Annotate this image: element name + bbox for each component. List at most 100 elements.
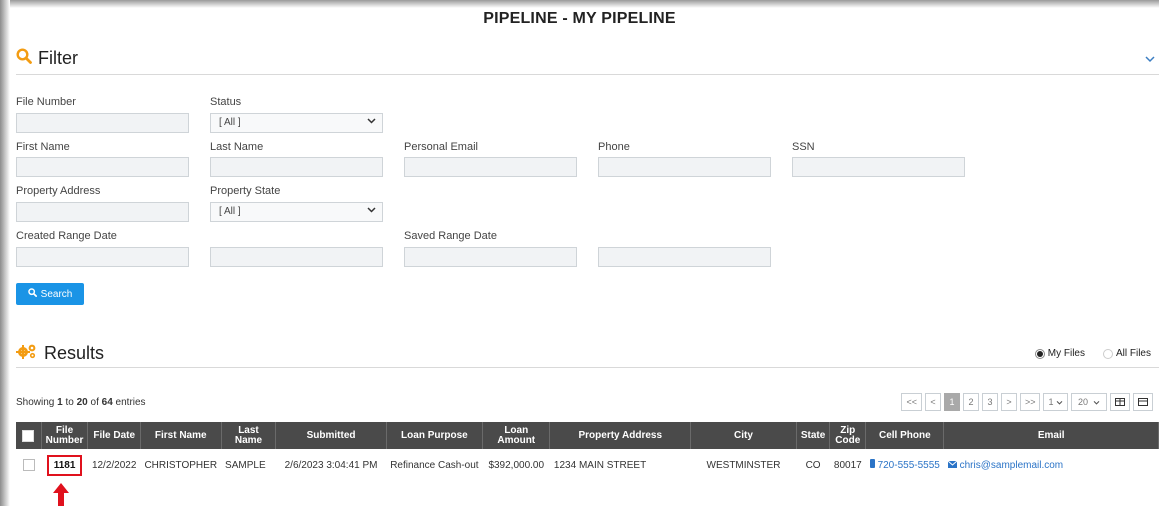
showing-to: 20 bbox=[76, 397, 88, 408]
page-select[interactable]: 1 bbox=[1043, 393, 1068, 411]
personal-email-input[interactable] bbox=[404, 157, 577, 177]
table-header-row: File Number File Date First Name Last Na… bbox=[16, 422, 1159, 449]
property-address-label: Property Address bbox=[16, 185, 101, 197]
file-scope-radio-group: My Files All Files bbox=[1034, 348, 1151, 359]
property-state-label: Property State bbox=[210, 185, 281, 197]
column-header-first-name[interactable]: First Name bbox=[140, 422, 222, 449]
table-row[interactable]: 1181 12/2/2022 CHRISTOPHER SAMPLE 2/6/20… bbox=[16, 449, 1159, 481]
phone-input[interactable] bbox=[598, 157, 771, 177]
showing-mid2: of bbox=[87, 397, 102, 408]
column-header-last-name[interactable]: Last Name bbox=[221, 422, 277, 449]
column-header-loan-amount[interactable]: Loan Amount bbox=[482, 422, 551, 449]
column-header-submitted[interactable]: Submitted bbox=[275, 422, 387, 449]
file-number-link[interactable]: 1181 bbox=[46, 454, 83, 476]
showing-total: 64 bbox=[101, 397, 113, 408]
select-all-checkbox[interactable] bbox=[22, 429, 35, 442]
radio-selected-icon[interactable] bbox=[1034, 348, 1045, 359]
gears-icon bbox=[16, 343, 38, 364]
file-number-input[interactable] bbox=[16, 113, 189, 133]
state-cell: CO bbox=[805, 459, 821, 471]
column-header-cell-phone[interactable]: Cell Phone bbox=[865, 422, 945, 449]
email-link[interactable]: chris@samplemail.com bbox=[960, 460, 1064, 471]
created-date-to-input[interactable] bbox=[210, 247, 383, 267]
search-button-label: Search bbox=[40, 288, 73, 300]
cell-phone-cell: 720-555-5555 bbox=[866, 449, 944, 481]
pagination: << < 1 2 3 > >> 1 20 bbox=[901, 393, 1153, 411]
first-name-cell: CHRISTOPHER bbox=[144, 459, 218, 471]
status-select-value: [ All ] bbox=[219, 117, 241, 128]
chevron-down-icon bbox=[367, 205, 376, 216]
search-icon bbox=[27, 288, 37, 300]
zip-cell: 80017 bbox=[833, 459, 862, 471]
file-number-label: File Number bbox=[16, 96, 76, 108]
row-checkbox[interactable] bbox=[22, 459, 35, 471]
column-header-city[interactable]: City bbox=[690, 422, 797, 449]
page-select-value: 1 bbox=[1048, 397, 1054, 407]
envelope-icon bbox=[947, 460, 958, 471]
page-size-value: 20 bbox=[1077, 397, 1088, 407]
annotation-arrow-up-icon bbox=[53, 483, 69, 506]
column-header-property-address[interactable]: Property Address bbox=[549, 422, 692, 449]
status-select[interactable]: [ All ] bbox=[210, 113, 383, 133]
page-button-1[interactable]: 1 bbox=[943, 393, 960, 411]
property-address-input[interactable] bbox=[16, 202, 189, 222]
last-name-cell: SAMPLE bbox=[225, 459, 266, 471]
page-button-2[interactable]: 2 bbox=[962, 393, 979, 411]
page-size-select[interactable]: 20 bbox=[1071, 393, 1107, 411]
radio-unselected-icon[interactable] bbox=[1102, 348, 1113, 359]
file-number-cell: 1181 bbox=[41, 449, 88, 481]
submitted-cell: 2/6/2023 3:04:41 PM bbox=[284, 459, 378, 471]
row-select-cell bbox=[16, 449, 41, 481]
page-button-3[interactable]: 3 bbox=[981, 393, 998, 411]
search-button[interactable]: Search bbox=[16, 283, 84, 305]
phone-label: Phone bbox=[598, 141, 630, 153]
column-header-state[interactable]: State bbox=[796, 422, 831, 449]
column-header-file-date[interactable]: File Date bbox=[87, 422, 141, 449]
column-header-email[interactable]: Email bbox=[943, 422, 1159, 449]
my-files-radio[interactable]: My Files bbox=[1034, 348, 1085, 359]
property-state-select[interactable]: [ All ] bbox=[210, 202, 383, 222]
first-name-label: First Name bbox=[16, 141, 70, 153]
created-range-date-label: Created Range Date bbox=[16, 230, 117, 242]
email-cell: chris@samplemail.com bbox=[944, 449, 1159, 481]
search-icon bbox=[16, 48, 32, 69]
results-title: Results bbox=[44, 343, 105, 363]
column-toggle-icon[interactable] bbox=[1110, 393, 1130, 411]
mobile-phone-icon bbox=[869, 459, 875, 471]
prev-page-button[interactable]: < bbox=[924, 393, 941, 411]
saved-range-date-label: Saved Range Date bbox=[404, 230, 497, 242]
all-files-label: All Files bbox=[1115, 348, 1151, 359]
created-date-from-input[interactable] bbox=[16, 247, 189, 267]
column-header-loan-purpose[interactable]: Loan Purpose bbox=[386, 422, 484, 449]
column-header-zip-code[interactable]: Zip Code bbox=[829, 422, 867, 449]
my-files-label: My Files bbox=[1047, 348, 1085, 359]
showing-suffix: entries bbox=[112, 397, 146, 408]
chevron-down-icon bbox=[367, 116, 376, 127]
results-header: Results bbox=[16, 343, 104, 364]
window-shadow-top bbox=[0, 0, 1159, 8]
loan-purpose-cell: Refinance Cash-out bbox=[390, 459, 479, 471]
ssn-input[interactable] bbox=[792, 157, 965, 177]
property-state-select-value: [ All ] bbox=[219, 206, 241, 217]
saved-date-from-input[interactable] bbox=[404, 247, 577, 267]
last-name-label: Last Name bbox=[210, 141, 264, 153]
filter-header: Filter bbox=[16, 48, 78, 69]
all-files-radio[interactable]: All Files bbox=[1102, 348, 1151, 359]
last-page-button[interactable]: >> bbox=[1019, 393, 1041, 411]
ssn-label: SSN bbox=[792, 141, 815, 153]
filter-divider bbox=[16, 74, 1159, 75]
showing-mid1: to bbox=[62, 397, 77, 408]
first-name-input[interactable] bbox=[16, 157, 189, 177]
last-name-input[interactable] bbox=[210, 157, 383, 177]
results-divider bbox=[16, 367, 1159, 368]
saved-date-to-input[interactable] bbox=[598, 247, 771, 267]
column-layout-icon[interactable] bbox=[1133, 393, 1153, 411]
next-page-button[interactable]: > bbox=[1000, 393, 1017, 411]
city-cell: WESTMINSTER bbox=[706, 459, 781, 471]
first-page-button[interactable]: << bbox=[901, 393, 922, 411]
column-header-file-number[interactable]: File Number bbox=[41, 422, 89, 449]
loan-amount-cell: $392,000.00 bbox=[488, 459, 545, 471]
cell-phone-link[interactable]: 720-555-5555 bbox=[878, 460, 940, 471]
chevron-down-icon[interactable] bbox=[1145, 50, 1155, 66]
results-table: File Number File Date First Name Last Na… bbox=[16, 422, 1159, 481]
